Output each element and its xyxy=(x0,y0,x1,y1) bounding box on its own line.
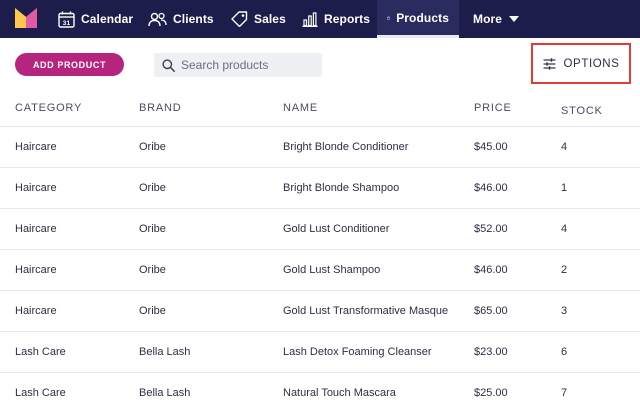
column-header-name[interactable]: NAME xyxy=(283,102,318,114)
options-button[interactable]: OPTIONS xyxy=(531,43,631,84)
nav-label-clients: Clients xyxy=(173,12,214,26)
column-header-category[interactable]: CATEGORY xyxy=(15,102,82,114)
bar-chart-icon xyxy=(302,11,318,27)
search-box[interactable] xyxy=(154,53,322,77)
cell-name: Lash Detox Foaming Cleanser xyxy=(283,346,432,358)
cell-name: Bright Blonde Conditioner xyxy=(283,141,409,153)
calendar-icon: 31 xyxy=(58,11,75,28)
cell-price: $23.00 xyxy=(474,346,508,358)
cell-stock: 4 xyxy=(561,223,568,235)
cell-price: $46.00 xyxy=(474,264,508,276)
nav-label-sales: Sales xyxy=(254,12,286,26)
shopping-bag-icon xyxy=(387,15,391,20)
table-row[interactable]: Lash Care Bella Lash Lash Detox Foaming … xyxy=(0,332,640,373)
cell-brand: Bella Lash xyxy=(139,346,191,358)
cell-stock: 4 xyxy=(561,141,568,153)
column-header-stock[interactable]: STOCK xyxy=(561,105,603,117)
cell-name: Bright Blonde Shampoo xyxy=(283,182,400,194)
cell-stock: 1 xyxy=(561,182,568,194)
cell-category: Haircare xyxy=(15,264,57,276)
nav-label-calendar: Calendar xyxy=(81,12,134,26)
cell-category: Haircare xyxy=(15,182,57,194)
nav-item-more[interactable]: More xyxy=(473,0,520,38)
table-header: CATEGORY BRAND NAME PRICE STOCK xyxy=(0,93,640,127)
cell-stock: 6 xyxy=(561,346,568,358)
cell-brand: Bella Lash xyxy=(139,387,191,399)
table-row[interactable]: Haircare Oribe Gold Lust Transformative … xyxy=(0,291,640,332)
nav-item-products[interactable]: Products xyxy=(377,0,459,38)
nav-item-sales[interactable]: Sales xyxy=(230,0,286,38)
cell-name: Natural Touch Mascara xyxy=(283,387,396,399)
cell-name: Gold Lust Transformative Masque xyxy=(283,305,449,317)
nav-label-products: Products xyxy=(396,10,449,25)
nav-item-reports[interactable]: Reports xyxy=(302,0,370,38)
nav-item-clients[interactable]: Clients xyxy=(148,0,214,38)
products-table: CATEGORY BRAND NAME PRICE STOCK Haircare… xyxy=(0,93,640,403)
cell-price: $46.00 xyxy=(474,182,508,194)
calendar-date-badge: 31 xyxy=(63,20,71,27)
cell-stock: 2 xyxy=(561,264,568,276)
table-row[interactable]: Haircare Oribe Gold Lust Shampoo $46.00 … xyxy=(0,250,640,291)
options-label: OPTIONS xyxy=(563,57,620,70)
cell-category: Lash Care xyxy=(15,346,66,358)
cell-brand: Oribe xyxy=(139,141,166,153)
tag-icon xyxy=(231,11,248,27)
cell-category: Haircare xyxy=(15,141,57,153)
cell-category: Haircare xyxy=(15,223,57,235)
cell-price: $52.00 xyxy=(474,223,508,235)
cell-price: $65.00 xyxy=(474,305,508,317)
column-header-price[interactable]: PRICE xyxy=(474,102,512,114)
cell-brand: Oribe xyxy=(139,182,166,194)
cell-category: Haircare xyxy=(15,305,57,317)
cell-brand: Oribe xyxy=(139,305,166,317)
cell-price: $25.00 xyxy=(474,387,508,399)
clients-icon xyxy=(148,12,167,26)
cell-name: Gold Lust Shampoo xyxy=(283,264,381,276)
search-input[interactable] xyxy=(181,58,321,72)
cell-stock: 3 xyxy=(561,305,568,317)
nav-label-reports: Reports xyxy=(324,12,371,26)
nav-label-more: More xyxy=(473,12,503,26)
sliders-icon xyxy=(543,57,556,70)
cell-brand: Oribe xyxy=(139,223,166,235)
nav-item-calendar[interactable]: 31 Calendar xyxy=(58,0,133,38)
cell-stock: 7 xyxy=(561,387,568,399)
table-row[interactable]: Haircare Oribe Gold Lust Conditioner $52… xyxy=(0,209,640,250)
cell-name: Gold Lust Conditioner xyxy=(283,223,390,235)
search-icon xyxy=(162,58,175,72)
top-navbar: 31 Calendar Clients Sales Reports Produc… xyxy=(0,0,640,38)
table-row[interactable]: Haircare Oribe Bright Blonde Conditioner… xyxy=(0,127,640,168)
caret-down-icon xyxy=(509,16,520,22)
cell-price: $45.00 xyxy=(474,141,508,153)
table-row[interactable]: Haircare Oribe Bright Blonde Shampoo $46… xyxy=(0,168,640,209)
column-header-brand[interactable]: BRAND xyxy=(139,102,182,114)
table-row[interactable]: Lash Care Bella Lash Natural Touch Masca… xyxy=(0,373,640,403)
cell-category: Lash Care xyxy=(15,387,66,399)
add-product-button[interactable]: ADD PRODUCT xyxy=(15,53,124,76)
brand-logo-icon[interactable] xyxy=(15,8,37,28)
cell-brand: Oribe xyxy=(139,264,166,276)
products-toolbar: ADD PRODUCT OPTIONS xyxy=(0,38,640,93)
